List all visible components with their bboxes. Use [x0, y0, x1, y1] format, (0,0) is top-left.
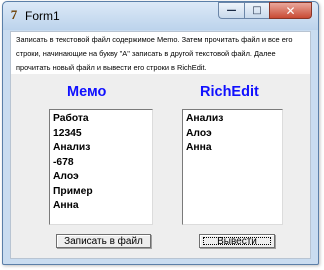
- save-to-file-button-label: Записать в файл: [64, 235, 143, 247]
- close-button[interactable]: ✕: [269, 2, 312, 19]
- minimize-button[interactable]: —: [218, 2, 244, 19]
- close-icon: ✕: [285, 3, 296, 18]
- richedit-textbox[interactable]: Анализ Алоэ Анна: [182, 109, 283, 225]
- instructions-line-3: прочитать новый файл и вывести его строк…: [16, 63, 207, 72]
- memo-line: Анализ: [53, 142, 91, 153]
- memo-line: -678: [53, 156, 74, 168]
- form1-window: 7 Form1 — □ ✕ Записать в текстовой файл …: [2, 1, 319, 265]
- memo-line: Анна: [53, 200, 79, 211]
- caption-buttons: — □ ✕: [218, 2, 312, 20]
- richedit-line: Алоэ: [186, 127, 212, 139]
- memo-label: Мемо: [67, 84, 107, 100]
- richedit-label: RichEdit: [200, 84, 259, 100]
- minimize-icon: —: [226, 5, 237, 16]
- app-icon[interactable]: 7: [7, 8, 21, 22]
- memo-line: 12345: [53, 127, 82, 139]
- save-to-file-button[interactable]: Записать в файл: [56, 234, 151, 248]
- maximize-button[interactable]: □: [244, 2, 269, 19]
- memo-line: Работа: [53, 113, 89, 124]
- memo-textbox[interactable]: Работа 12345 Анализ -678 Алоэ Пример Анн…: [49, 109, 153, 225]
- instructions-line-2: строки, начинающие на букву "А" записать…: [16, 49, 276, 58]
- memo-line: Алоэ: [53, 171, 79, 182]
- instructions-label: Записать в текстовой файл содержимое Mem…: [11, 32, 310, 74]
- richedit-line: Анна: [186, 142, 212, 153]
- focus-rectangle: [203, 237, 271, 245]
- instructions-line-1: Записать в текстовой файл содержимое Mem…: [16, 35, 293, 44]
- title-bar[interactable]: 7 Form1 — □ ✕: [3, 2, 318, 30]
- form-client-area: Записать в текстовой файл содержимое Mem…: [10, 31, 311, 259]
- show-button[interactable]: Вывести: [199, 234, 275, 248]
- window-title: Form1: [25, 9, 60, 23]
- maximize-icon: □: [252, 5, 262, 16]
- memo-line: Пример: [53, 185, 93, 197]
- richedit-line: Анализ: [186, 113, 224, 124]
